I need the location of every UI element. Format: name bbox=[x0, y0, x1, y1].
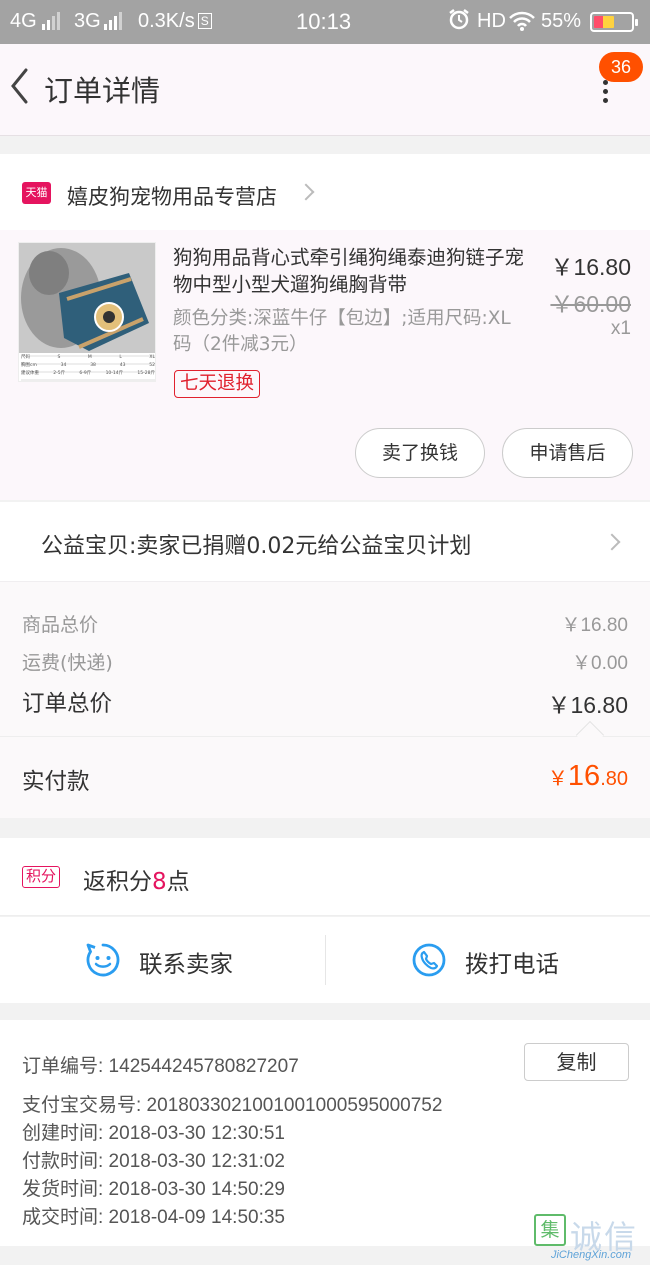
size-table-row: 建议体重 2-5斤 6-9斤 10-14斤 15-28斤 bbox=[21, 371, 155, 376]
alarm-icon bbox=[448, 8, 470, 36]
phone-icon bbox=[412, 943, 446, 977]
chat-smile-icon bbox=[86, 943, 120, 977]
charity-text: 公益宝贝:卖家已捐赠0.02元给公益宝贝计划 bbox=[41, 534, 472, 559]
points-tag: 积分 bbox=[22, 866, 61, 888]
watermark-url: JiChengXin.com bbox=[550, 1249, 632, 1261]
product-thumbnail[interactable]: 尺码 S M L XL 胸围cm 34 38 43 52 建议体重 2-5斤 6-9斤 10-14斤 1… bbox=[18, 242, 156, 382]
contact-seller-button[interactable]: 联系卖家 bbox=[0, 917, 325, 1003]
clock: 10:13 bbox=[296, 9, 352, 34]
shipping-value: ￥0.00 bbox=[572, 653, 628, 674]
order-total-label: 订单总价 bbox=[22, 691, 113, 717]
call-phone-label: 拨打电话 bbox=[465, 950, 559, 978]
order-total-value: ￥16.80 bbox=[547, 692, 628, 718]
network-label-3g: 3G bbox=[74, 10, 101, 32]
alipay-trade-number: 支付宝交易号: 2018033021001001000595000752 bbox=[22, 1095, 443, 1116]
signal-icon-2 bbox=[104, 12, 122, 30]
order-number: 订单编号: 142544245780827207 bbox=[22, 1056, 299, 1077]
nav-bar: 订单详情 bbox=[0, 44, 650, 136]
watermark: 集 诚信 JiChengXin.com bbox=[532, 1212, 650, 1265]
created-time: 创建时间: 2018-03-30 12:30:51 bbox=[22, 1123, 285, 1144]
call-phone-button[interactable]: 拨打电话 bbox=[326, 917, 650, 1003]
wifi-icon bbox=[508, 10, 536, 38]
points-row: 积分 返积分8点 bbox=[0, 838, 650, 916]
size-table-row: 胸围cm 34 38 43 52 bbox=[21, 363, 155, 368]
network-label-4g: 4G bbox=[10, 10, 37, 32]
page-title: 订单详情 bbox=[44, 74, 161, 108]
paid-amount-label: 实付款 bbox=[22, 769, 90, 795]
divider bbox=[0, 736, 650, 737]
watermark-logo: 集 bbox=[534, 1214, 566, 1246]
copy-button[interactable]: 复制 bbox=[524, 1043, 629, 1081]
signal-icon bbox=[42, 12, 60, 30]
battery-percent: 55% bbox=[541, 10, 582, 32]
hd-label: HD bbox=[477, 10, 506, 32]
contact-row: 联系卖家 拨打电话 bbox=[0, 917, 650, 1003]
completed-time: 成交时间: 2018-04-09 14:50:35 bbox=[22, 1207, 285, 1228]
goods-total-value: ￥16.80 bbox=[561, 615, 628, 636]
paid-decimal: .80 bbox=[600, 768, 628, 790]
item-original-price: ￥60.00 bbox=[550, 291, 631, 317]
tmall-icon: 天猫 bbox=[22, 182, 51, 204]
item-title[interactable]: 狗狗用品背心式牵引绳狗绳泰迪狗链子宠物中型小型犬遛狗绳胸背带 bbox=[173, 244, 528, 298]
paid-integer: 16 bbox=[567, 760, 601, 792]
chevron-right-icon bbox=[297, 183, 315, 201]
message-count-badge: 36 bbox=[599, 52, 643, 82]
caret-up-icon bbox=[575, 720, 605, 750]
battery-icon bbox=[590, 12, 638, 32]
goods-total-label: 商品总价 bbox=[22, 614, 99, 636]
more-vertical-icon[interactable] bbox=[602, 80, 610, 110]
order-item[interactable]: 尺码 S M L XL 胸围cm 34 38 43 52 建议体重 2-5斤 6-9斤 10-14斤 1… bbox=[0, 230, 650, 500]
status-bar: 4G 3G 0.3K/s S 10:13 HD 55% bbox=[0, 0, 650, 44]
price-summary: 商品总价 ￥16.80 运费(快递) ￥0.00 订单总价 ￥16.80 实付款… bbox=[0, 582, 650, 818]
sell-button[interactable]: 卖了换钱 bbox=[355, 428, 485, 478]
shipped-time: 发货时间: 2018-03-30 14:50:29 bbox=[22, 1179, 285, 1200]
charity-row[interactable]: 公益宝贝:卖家已捐赠0.02元给公益宝贝计划 bbox=[0, 502, 650, 582]
item-spec: 颜色分类:深蓝牛仔【包边】;适用尺码:XL码（2件减3元） bbox=[173, 308, 511, 355]
item-price: ￥16.80 bbox=[550, 254, 631, 280]
speed-icon: S bbox=[197, 13, 212, 29]
shop-row[interactable]: 天猫 嬉皮狗宠物用品专营店 bbox=[0, 154, 650, 230]
shipping-label: 运费(快递) bbox=[22, 652, 113, 674]
paid-amount-value: ￥16.80 bbox=[548, 760, 628, 793]
points-text: 返积分8点 bbox=[83, 869, 190, 895]
item-quantity: x1 bbox=[610, 318, 631, 339]
contact-seller-label: 联系卖家 bbox=[139, 950, 233, 978]
size-table: 尺码 S M L XL 胸围cm 34 38 43 52 建议体重 2-5斤 6-9斤 10-14斤 1… bbox=[21, 354, 155, 378]
paid-time: 付款时间: 2018-03-30 12:31:02 bbox=[22, 1151, 285, 1172]
size-table-header: 尺码 S M L XL bbox=[21, 355, 155, 360]
points-value: 8 bbox=[152, 869, 167, 895]
chevron-right-icon bbox=[603, 533, 621, 551]
paid-currency: ￥ bbox=[547, 768, 568, 790]
shop-name[interactable]: 嬉皮狗宠物用品专营店 bbox=[67, 181, 277, 211]
return-policy-tag: 七天退换 bbox=[174, 370, 261, 398]
net-speed: 0.3K/s S bbox=[138, 10, 212, 33]
chevron-left-icon[interactable] bbox=[8, 66, 32, 106]
aftersale-button[interactable]: 申请售后 bbox=[502, 428, 633, 478]
